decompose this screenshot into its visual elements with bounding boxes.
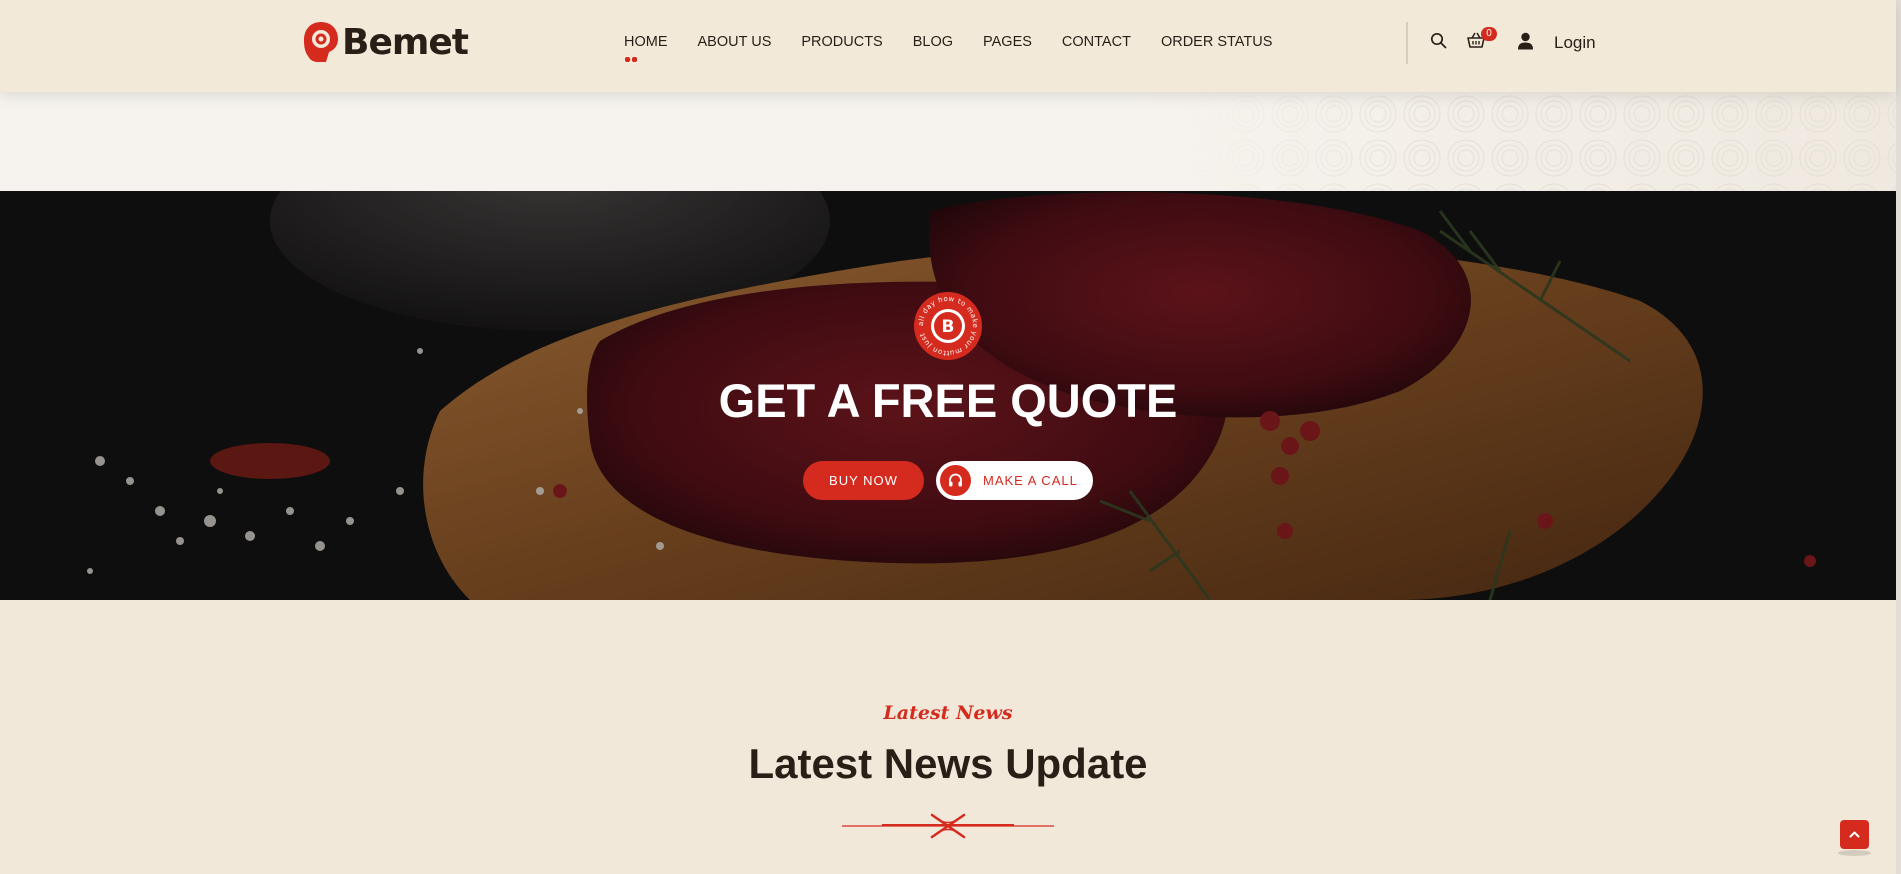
scroll-to-top-button[interactable]: [1840, 820, 1869, 849]
nav-order-status[interactable]: ORDER STATUS: [1161, 34, 1272, 50]
bemet-logo-icon: [304, 22, 338, 62]
stamp-letter: B: [942, 317, 955, 337]
page-scrollbar[interactable]: [1896, 0, 1901, 874]
nav-about-us[interactable]: ABOUT US: [698, 34, 772, 50]
nav-blog[interactable]: BLOG: [913, 34, 953, 50]
headphones-icon: [940, 465, 971, 496]
search-icon[interactable]: [1430, 32, 1447, 54]
decorative-pattern-strip: [0, 92, 1896, 191]
cart-count-badge: 0: [1481, 27, 1497, 41]
section-subtitle: Latest News: [883, 702, 1013, 724]
make-a-call-label: MAKE A CALL: [983, 473, 1078, 488]
bow-divider-icon: [842, 813, 1054, 839]
brand-name: Bemet: [342, 21, 469, 63]
section-title: Latest News Update: [748, 740, 1148, 787]
free-quote-hero: all day how to make your mutton just B G…: [0, 191, 1896, 600]
nav-products[interactable]: PRODUCTS: [801, 34, 882, 50]
login-link[interactable]: Login: [1554, 33, 1596, 53]
header-divider: [1406, 22, 1408, 64]
make-a-call-button[interactable]: MAKE A CALL: [936, 461, 1093, 500]
user-icon[interactable]: [1517, 32, 1534, 55]
chevron-up-icon: [1849, 831, 1860, 838]
buy-now-button[interactable]: BUY NOW: [803, 461, 924, 500]
brand-stamp-icon: all day how to make your mutton just B: [914, 292, 982, 360]
site-header: Bemet HOME ABOUT US PRODUCTS BLOG PAGES …: [0, 0, 1896, 92]
nav-home[interactable]: HOME: [624, 34, 668, 62]
wave-pattern-icon: [1180, 92, 1896, 191]
nav-contact[interactable]: CONTACT: [1062, 34, 1131, 50]
hero-title: GET A FREE QUOTE: [718, 374, 1178, 427]
main-nav: HOME ABOUT US PRODUCTS BLOG PAGES CONTAC…: [624, 34, 1302, 62]
scroll-button-shadow: [1838, 850, 1871, 856]
nav-pages[interactable]: PAGES: [983, 34, 1032, 50]
brand-logo[interactable]: Bemet: [302, 20, 469, 64]
